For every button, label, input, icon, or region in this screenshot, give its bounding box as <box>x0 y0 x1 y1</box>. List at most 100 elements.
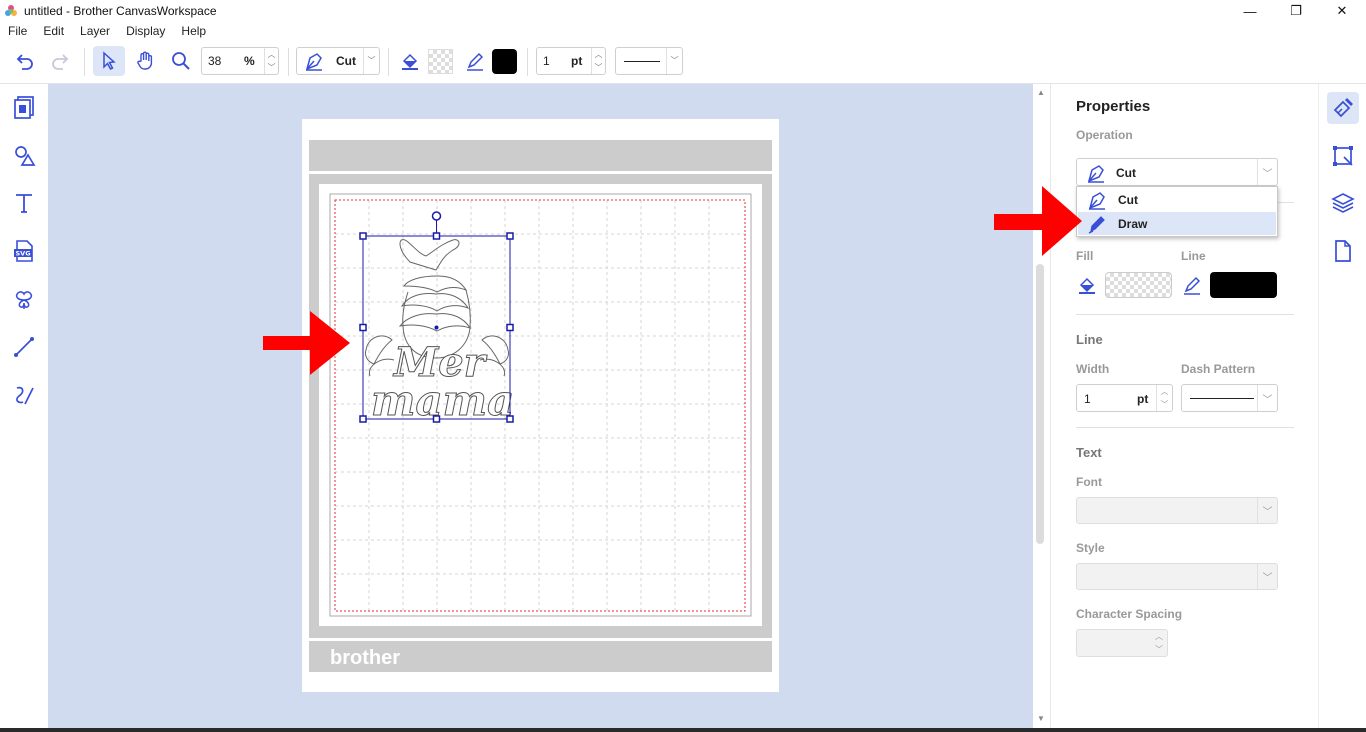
layers-icon <box>1331 193 1355 213</box>
layers-tab-button[interactable] <box>1327 187 1359 219</box>
properties-tab-button[interactable] <box>1327 92 1359 124</box>
curve-pen-icon <box>16 386 34 405</box>
zoom-stepper[interactable]: 38 % ︿ ﹀ <box>201 47 279 75</box>
vertical-scrollbar[interactable]: ▲ ▼ <box>1033 84 1049 728</box>
line-section-title: Line <box>1076 332 1103 347</box>
paint-brush-icon <box>1333 98 1353 118</box>
menu-edit[interactable]: Edit <box>35 22 72 40</box>
chevron-down-icon: ﹀ <box>363 48 379 74</box>
taskbar-edge <box>0 728 1366 732</box>
import-svg-button[interactable]: SVG <box>9 236 39 266</box>
operation-label: Cut <box>336 54 356 68</box>
line-tool-button[interactable] <box>9 332 39 362</box>
line-swatch[interactable] <box>1210 272 1277 298</box>
chevron-down-icon: ﹀ <box>1257 385 1277 411</box>
undo-button[interactable] <box>10 46 40 76</box>
window-title: untitled - Brother CanvasWorkspace <box>24 4 217 18</box>
maximize-button[interactable]: ❐ <box>1273 0 1319 22</box>
character-spacing-stepper[interactable]: ︿ ﹀ <box>1076 629 1168 657</box>
scrollbar-thumb[interactable] <box>1036 264 1044 544</box>
line-width-arrows[interactable]: ︿ ﹀ <box>591 48 605 74</box>
width-arrows[interactable]: ︿ ﹀ <box>1156 385 1172 411</box>
transform-tab-button[interactable] <box>1327 140 1359 172</box>
templates-button[interactable] <box>9 92 39 122</box>
menu-file[interactable]: File <box>0 22 35 40</box>
right-side-bar <box>1318 84 1366 732</box>
dash-pattern-select[interactable]: ﹀ <box>1181 384 1278 412</box>
toolbar: 38 % ︿ ﹀ Cut ﹀ 1 pt ︿ ﹀ ﹀ <box>0 40 1366 84</box>
zoom-value[interactable]: 38 <box>208 54 221 68</box>
line-width-unit: pt <box>571 54 583 68</box>
pen-icon <box>1184 276 1201 295</box>
fill-bucket-icon <box>402 53 418 70</box>
cut-blade-icon <box>1088 191 1105 210</box>
select-tool-button[interactable] <box>93 46 125 76</box>
operation-option-draw[interactable]: Draw <box>1078 212 1276 235</box>
redo-icon <box>52 54 69 70</box>
style-label: Style <box>1076 541 1105 555</box>
operation-option-cut[interactable]: Cut <box>1078 188 1276 211</box>
canvas-area[interactable]: brother Mer mama <box>48 84 1033 728</box>
close-button[interactable]: ✕ <box>1319 0 1365 22</box>
annotation-arrow-right <box>994 186 1082 256</box>
pen-icon <box>467 52 484 71</box>
fill-swatch[interactable] <box>428 49 453 74</box>
line-color-button[interactable] <box>461 46 489 76</box>
menu-help[interactable]: Help <box>173 22 214 40</box>
minimize-button[interactable]: — <box>1227 0 1273 22</box>
operation-dropdown[interactable]: Cut ﹀ <box>296 47 380 75</box>
menu-layer[interactable]: Layer <box>72 22 118 40</box>
hand-icon <box>137 51 153 70</box>
operation-dropdown-list: Cut Draw <box>1076 186 1278 237</box>
line-swatch[interactable] <box>492 49 517 74</box>
pan-tool-button[interactable] <box>130 46 160 76</box>
shapes-icon <box>15 146 36 166</box>
cut-blade-icon <box>305 53 322 71</box>
text-button[interactable] <box>9 188 39 218</box>
line-width-stepper[interactable]: 1 pt ︿ ﹀ <box>536 47 606 75</box>
operation-option-draw-label: Draw <box>1118 216 1148 231</box>
zoom-unit: % <box>244 54 255 68</box>
text-icon <box>16 194 32 213</box>
chevron-down-icon: ﹀ <box>1257 159 1277 185</box>
character-spacing-label: Character Spacing <box>1076 607 1183 621</box>
width-value[interactable]: 1 <box>1084 392 1091 406</box>
shapes-button[interactable] <box>9 141 39 171</box>
properties-panel: Properties Operation Cut ﹀ Fill Line Lin… <box>1050 84 1318 732</box>
zoom-tool-button[interactable] <box>166 46 196 76</box>
page-settings-tab-button[interactable] <box>1327 235 1359 267</box>
pen-draw-icon <box>1088 215 1105 234</box>
fill-swatch[interactable] <box>1105 272 1172 298</box>
properties-title: Properties <box>1076 98 1151 115</box>
freehand-button[interactable] <box>9 380 39 410</box>
mat-brand-text: brother <box>330 647 400 669</box>
solid-line-preview <box>1190 398 1254 399</box>
fill-color-button[interactable] <box>396 46 424 76</box>
width-unit: pt <box>1137 392 1149 406</box>
operation-select-value: Cut <box>1116 166 1136 180</box>
width-label: Width <box>1076 362 1110 376</box>
width-stepper[interactable]: 1 pt ︿ ﹀ <box>1076 384 1173 412</box>
dash-pattern-dropdown[interactable]: ﹀ <box>615 47 683 75</box>
dash-pattern-label: Dash Pattern <box>1181 362 1256 376</box>
spacing-arrows[interactable]: ︿ ﹀ <box>1151 630 1167 656</box>
zoom-arrows[interactable]: ︿ ﹀ <box>264 48 278 74</box>
menu-display[interactable]: Display <box>118 22 173 40</box>
style-select[interactable]: ﹀ <box>1076 563 1278 590</box>
undo-icon <box>16 54 33 70</box>
operation-option-cut-label: Cut <box>1118 192 1138 207</box>
chevron-down-icon: ﹀ <box>1257 564 1277 589</box>
line-width-value[interactable]: 1 <box>543 54 550 68</box>
scroll-down-icon[interactable]: ▼ <box>1037 714 1045 723</box>
redo-button[interactable] <box>45 46 75 76</box>
patterns-button[interactable] <box>9 284 39 314</box>
svg-file-icon: SVG <box>14 240 33 262</box>
chevron-down-icon: ﹀ <box>1257 498 1277 523</box>
font-select[interactable]: ﹀ <box>1076 497 1278 524</box>
rotate-handle <box>431 211 442 221</box>
fill-bucket-icon <box>1079 277 1095 294</box>
cut-blade-icon <box>1087 165 1104 183</box>
svg-text:SVG: SVG <box>16 250 31 258</box>
scroll-up-icon[interactable]: ▲ <box>1037 88 1045 97</box>
operation-select[interactable]: Cut ﹀ <box>1076 158 1278 186</box>
